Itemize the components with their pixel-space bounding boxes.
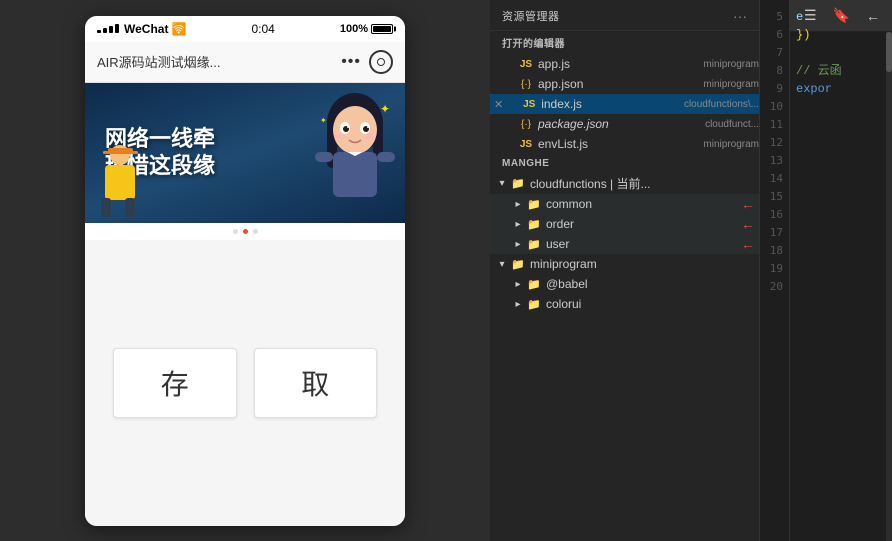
list-item[interactable]: ▸ 📁 order ← xyxy=(490,214,759,234)
banner-dots-indicator xyxy=(85,223,405,240)
file-tree: 打开的编辑器 JS app.js miniprogram {·} app.jso… xyxy=(490,31,759,541)
js-file-icon: JS xyxy=(521,96,537,112)
folder-icon: 📁 xyxy=(526,196,542,212)
line-numbers: 5 6 7 8 9 10 11 12 13 14 15 16 17 18 19 … xyxy=(760,0,790,541)
phone-banner: 网络一线牵 珍惜这段缘 xyxy=(85,83,405,223)
folder-icon: 📁 xyxy=(510,176,526,192)
list-item[interactable]: JS envList.js miniprogram xyxy=(490,134,759,154)
signal-dots xyxy=(97,24,119,33)
expand-arrow: ▸ xyxy=(510,199,526,210)
cancel-button[interactable]: 取 xyxy=(254,348,378,418)
svg-text:✦: ✦ xyxy=(380,102,390,116)
dot-2-active xyxy=(243,229,248,234)
red-arrow-icon: ← xyxy=(741,236,755,252)
json-file-icon: {·} xyxy=(518,116,534,132)
wechat-label: WeChat xyxy=(124,22,168,36)
manghe-section: MANGHE xyxy=(490,154,759,173)
phone-panel: WeChat 🛜 0:04 100% AIR源码站测试烟缘... ••• xyxy=(0,0,490,541)
red-arrow-icon: ← xyxy=(741,196,755,212)
scrollbar-thumb[interactable] xyxy=(886,32,892,72)
vscode-panel: 资源管理器 ··· 打开的编辑器 JS app.js miniprogram {… xyxy=(490,0,892,541)
banner-worker-character xyxy=(93,143,148,223)
back-icon[interactable]: ← xyxy=(862,6,884,26)
expand-arrow: ▸ xyxy=(510,279,526,290)
open-editors-section: 打开的编辑器 xyxy=(490,31,759,54)
nav-title: AIR源码站测试烟缘... xyxy=(97,52,333,71)
expand-arrow: ▸ xyxy=(510,219,526,230)
save-button[interactable]: 存 xyxy=(113,348,237,418)
explorer-actions: ··· xyxy=(733,8,747,24)
expand-arrow: ▾ xyxy=(494,259,510,270)
phone-nav-bar: AIR源码站测试烟缘... ••• xyxy=(85,42,405,83)
banner-girl-character: ✦ ✦ xyxy=(305,88,405,218)
expand-arrow: ▸ xyxy=(510,299,526,310)
status-time: 0:04 xyxy=(251,22,274,36)
file-explorer: 资源管理器 ··· 打开的编辑器 JS app.js miniprogram {… xyxy=(490,0,760,541)
list-item[interactable]: ▸ 📁 colorui xyxy=(490,294,759,314)
dot-3 xyxy=(253,229,258,234)
signal-dot-1 xyxy=(97,30,101,33)
js-file-icon: JS xyxy=(518,136,534,152)
code-editor: ☰ 🔖 ← 5 6 7 8 9 10 11 12 13 14 15 16 17 … xyxy=(760,0,892,541)
explorer-header: 资源管理器 ··· xyxy=(490,0,759,31)
folder-icon: 📁 xyxy=(526,296,542,312)
expand-arrow: ▸ xyxy=(510,239,526,250)
expand-arrow: ▾ xyxy=(494,178,510,189)
phone-frame: WeChat 🛜 0:04 100% AIR源码站测试烟缘... ••• xyxy=(85,16,405,526)
list-item[interactable]: JS app.js miniprogram xyxy=(490,54,759,74)
list-item[interactable]: {·} app.json miniprogram xyxy=(490,74,759,94)
battery-icon xyxy=(371,24,393,34)
battery-fill xyxy=(373,26,391,32)
more-options-icon[interactable]: ··· xyxy=(733,8,747,24)
folder-icon: 📁 xyxy=(526,276,542,292)
status-left: WeChat 🛜 xyxy=(97,22,186,36)
folder-icon: 📁 xyxy=(510,256,526,272)
close-icon: ✕ xyxy=(494,98,503,111)
record-inner xyxy=(377,58,385,66)
list-item[interactable]: {·} package.json cloudfunct... xyxy=(490,114,759,134)
signal-dot-2 xyxy=(103,28,107,33)
nav-more-icon[interactable]: ••• xyxy=(341,53,361,71)
list-item[interactable]: ✕ JS index.js cloudfunctions\... xyxy=(490,94,759,114)
dot-1 xyxy=(233,229,238,234)
js-file-icon: JS xyxy=(518,56,534,72)
phone-buttons-area: 存 取 xyxy=(85,240,405,526)
phone-status-bar: WeChat 🛜 0:04 100% xyxy=(85,16,405,42)
signal-dot-4 xyxy=(115,24,119,33)
svg-text:✦: ✦ xyxy=(320,116,327,125)
list-item[interactable]: ▸ 📁 common ← xyxy=(490,194,759,214)
code-content: e }) // 云函 expor xyxy=(796,8,842,152)
list-item[interactable]: ▸ 📁 @babel xyxy=(490,274,759,294)
status-right: 100% xyxy=(340,23,393,35)
record-button[interactable] xyxy=(369,50,393,74)
folder-icon: 📁 xyxy=(526,236,542,252)
red-arrow-icon: ← xyxy=(741,216,755,232)
signal-dot-3 xyxy=(109,26,113,33)
battery-percent: 100% xyxy=(340,23,368,35)
explorer-title: 资源管理器 xyxy=(502,8,560,24)
wifi-icon: 🛜 xyxy=(171,22,186,36)
list-item[interactable]: ▾ 📁 miniprogram xyxy=(490,254,759,274)
list-item[interactable]: ▾ 📁 cloudfunctions | 当前... xyxy=(490,173,759,194)
folder-icon: 📁 xyxy=(526,216,542,232)
json-file-icon: {·} xyxy=(518,76,534,92)
scrollbar-track[interactable] xyxy=(886,32,892,541)
list-item[interactable]: ▸ 📁 user ← xyxy=(490,234,759,254)
